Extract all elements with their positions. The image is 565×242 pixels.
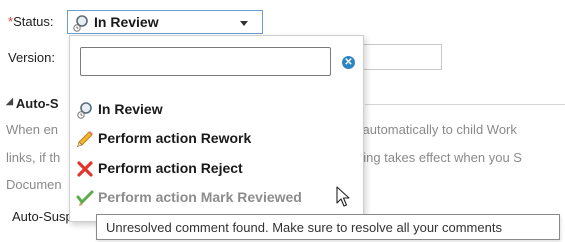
option-label: Perform action Reject <box>98 160 243 176</box>
status-select-value: In Review <box>94 14 159 30</box>
dropdown-option-reject[interactable]: Perform action Reject <box>76 158 356 180</box>
tooltip-text: Unresolved comment found. Make sure to r… <box>106 220 502 235</box>
bg-text-line2-right: tting takes effect when you S <box>356 150 522 165</box>
section-title[interactable]: ◢ Auto-S <box>6 96 59 111</box>
version-input[interactable] <box>360 44 442 70</box>
collapse-triangle-icon[interactable]: ◢ <box>6 96 13 107</box>
review-status-icon <box>72 14 90 35</box>
red-x-icon <box>76 160 94 178</box>
x-circle-icon[interactable]: ✕ <box>342 56 355 69</box>
chevron-down-icon[interactable] <box>240 21 248 26</box>
tooltip: Unresolved comment found. Make sure to r… <box>96 214 560 240</box>
pencil-icon <box>76 130 94 148</box>
dropdown-search-input[interactable] <box>80 47 331 76</box>
bg-text-line1-left: When en <box>6 122 59 137</box>
bg-text-line1-right: l automatically to child Work <box>356 122 517 137</box>
status-label-text: Status: <box>13 14 54 29</box>
dropdown-option-mark-reviewed[interactable]: Perform action Mark Reviewed <box>76 187 356 209</box>
dropdown-option-in-review[interactable]: In Review <box>76 99 356 121</box>
bg-text-line3-left: Documen <box>6 177 62 192</box>
option-label: Perform action Rework <box>98 130 252 146</box>
status-dropdown-panel: ✕ In Review Perform action Rework Perfor… <box>69 35 364 222</box>
review-status-icon <box>76 101 94 119</box>
mark-reviewed-icon <box>76 189 94 207</box>
section-title-text: Auto-S <box>15 96 59 111</box>
option-label: Perform action Mark Reviewed <box>98 189 302 205</box>
section-divider <box>365 104 565 105</box>
version-label: Version: <box>8 50 55 65</box>
option-label: In Review <box>98 101 163 117</box>
bg-text-line2-left: links, if th <box>6 150 61 165</box>
dropdown-option-rework[interactable]: Perform action Rework <box>76 128 356 150</box>
status-label: *Status: <box>8 14 54 29</box>
status-select[interactable]: In Review <box>67 10 263 34</box>
mouse-cursor-icon <box>336 186 350 211</box>
